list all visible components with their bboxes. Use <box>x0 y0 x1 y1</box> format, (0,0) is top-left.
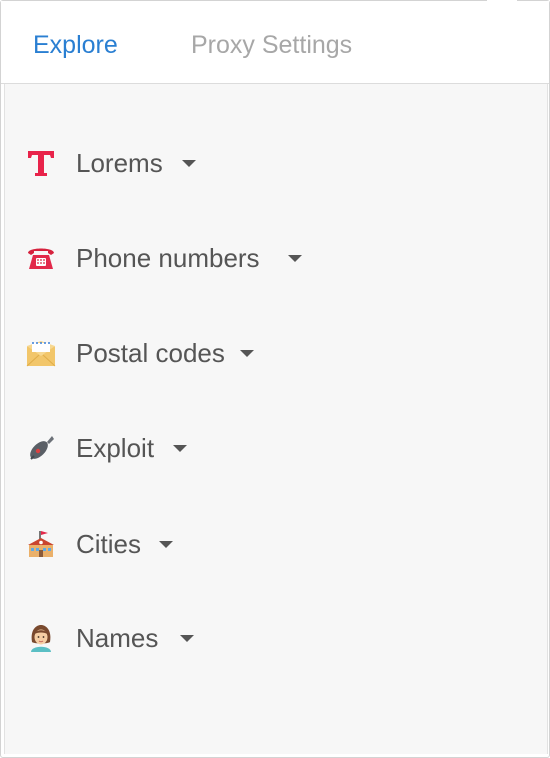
chevron-down-icon <box>182 160 196 168</box>
chevron-down-icon <box>240 350 254 358</box>
tab-proxy-settings[interactable]: Proxy Settings <box>191 29 352 61</box>
chevron-down-icon <box>159 541 173 549</box>
envelope-icon <box>25 337 57 369</box>
telephone-icon <box>25 242 57 274</box>
menu-item-label: Lorems <box>76 148 163 178</box>
menu-item-label: Cities <box>76 529 142 559</box>
menu-item-label: Phone numbers <box>76 243 260 273</box>
tab-explore[interactable]: Explore <box>33 29 118 61</box>
woman-icon <box>25 622 57 654</box>
chevron-down-icon <box>173 445 187 453</box>
chevron-down-icon <box>288 255 302 263</box>
school-building-icon <box>25 528 57 560</box>
menu-item-label: Postal codes <box>76 338 225 368</box>
bomb-icon <box>25 432 57 464</box>
menu-item-label: Names <box>76 623 159 653</box>
explore-panel: Lorems Phone numbers Postal codes Exploi… <box>4 84 548 754</box>
chevron-down-icon <box>180 635 194 643</box>
menu-item-label: Exploit <box>76 433 155 463</box>
letter-t-icon <box>25 147 57 179</box>
popup-window: Explore Proxy Settings Lorems Phone numb… <box>0 0 550 758</box>
tab-bar: Explore Proxy Settings <box>1 1 549 84</box>
